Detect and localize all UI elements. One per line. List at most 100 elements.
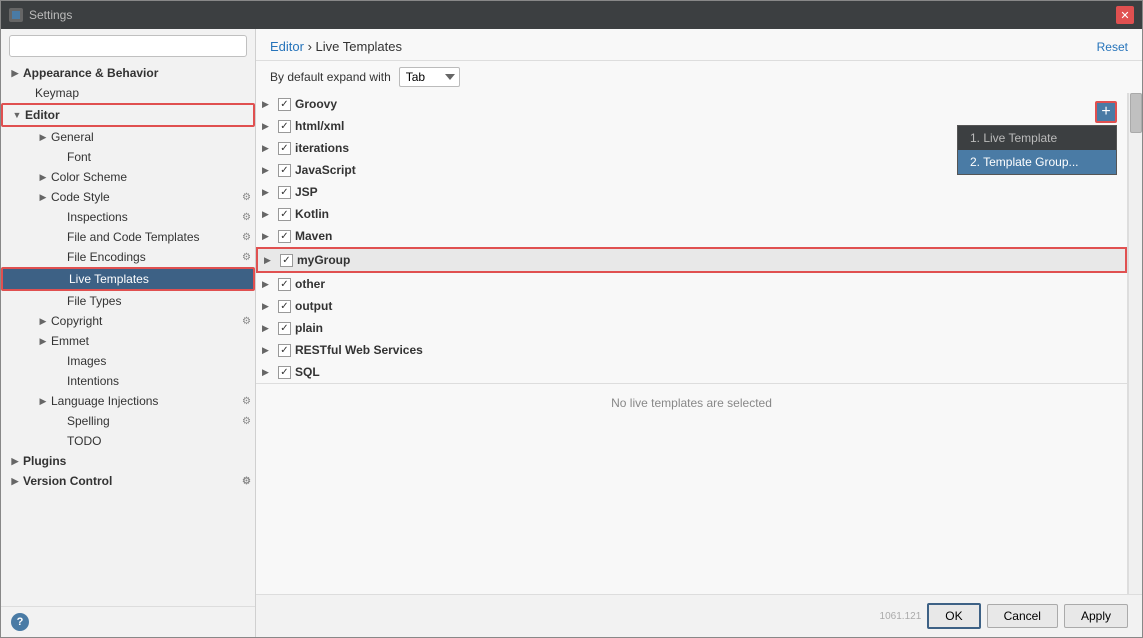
group-row-mygroup[interactable]: ▶ myGroup	[256, 247, 1127, 273]
group-name-groovy: Groovy	[295, 97, 337, 111]
group-row-kotlin[interactable]: ▶ Kotlin	[256, 203, 1127, 225]
arrow-icon: ▶	[264, 255, 276, 266]
group-name-restful: RESTful Web Services	[295, 343, 423, 357]
close-button[interactable]: ✕	[1116, 6, 1134, 24]
arrow-icon	[53, 211, 65, 223]
checkbox-maven[interactable]	[278, 230, 291, 243]
sidebar-item-general[interactable]: ▶ General	[1, 127, 255, 147]
bottom-bar: 1061.121 OK Cancel Apply	[256, 594, 1142, 637]
sidebar-item-color-scheme[interactable]: ▶ Color Scheme	[1, 167, 255, 187]
checkbox-plain[interactable]	[278, 322, 291, 335]
group-row-maven[interactable]: ▶ Maven	[256, 225, 1127, 247]
arrow-icon: ▶	[262, 209, 274, 220]
sidebar-item-file-types[interactable]: File Types	[1, 291, 255, 311]
arrow-icon	[21, 87, 33, 99]
sidebar-item-label: File and Code Templates	[67, 230, 200, 244]
sidebar-item-label: Copyright	[51, 314, 102, 328]
arrow-icon: ▶	[262, 367, 274, 378]
window-title: Settings	[29, 8, 72, 22]
checkbox-kotlin[interactable]	[278, 208, 291, 221]
arrow-icon: ▶	[37, 191, 49, 203]
checkbox-javascript[interactable]	[278, 164, 291, 177]
help-icon[interactable]: ?	[11, 613, 29, 631]
sidebar-item-label: Language Injections	[51, 394, 158, 408]
sidebar-item-todo[interactable]: TODO	[1, 431, 255, 451]
checkbox-restful[interactable]	[278, 344, 291, 357]
settings-window: Settings ✕ ▶ Appearance & Behavior Keyma…	[0, 0, 1143, 638]
group-row-other[interactable]: ▶ other	[256, 273, 1127, 295]
sidebar-item-images[interactable]: Images	[1, 351, 255, 371]
config-icon: ⚙	[242, 416, 251, 427]
checkbox-output[interactable]	[278, 300, 291, 313]
arrow-icon: ▶	[37, 171, 49, 183]
help-area: ?	[1, 606, 255, 637]
checkbox-html[interactable]	[278, 120, 291, 133]
group-row-restful[interactable]: ▶ RESTful Web Services	[256, 339, 1127, 361]
config-icon: ⚙	[242, 316, 251, 327]
group-row-jsp[interactable]: ▶ JSP	[256, 181, 1127, 203]
checkbox-iterations[interactable]	[278, 142, 291, 155]
group-row-sql[interactable]: ▶ SQL	[256, 361, 1127, 383]
sidebar-item-editor[interactable]: ▼ Editor	[1, 103, 255, 127]
checkbox-mygroup[interactable]	[280, 254, 293, 267]
config-icon: ⚙	[242, 476, 251, 487]
checkbox-jsp[interactable]	[278, 186, 291, 199]
reset-button[interactable]: Reset	[1097, 40, 1128, 54]
arrow-icon	[53, 435, 65, 447]
breadcrumb-editor[interactable]: Editor	[270, 39, 304, 54]
scrollbar[interactable]	[1128, 93, 1142, 594]
sidebar-item-version-control[interactable]: ▶ Version Control ⚙	[1, 471, 255, 491]
sidebar-item-spelling[interactable]: Spelling ⚙	[1, 411, 255, 431]
expand-label: By default expand with	[270, 70, 391, 84]
sidebar-item-appearance[interactable]: ▶ Appearance & Behavior	[1, 63, 255, 83]
sidebar-item-live-templates[interactable]: Live Templates	[1, 267, 255, 291]
sidebar-item-label: Intentions	[67, 374, 119, 388]
dropdown-live-template[interactable]: 1. Live Template	[958, 126, 1116, 150]
cancel-button[interactable]: Cancel	[987, 604, 1058, 628]
group-name-iterations: iterations	[295, 141, 349, 155]
arrow-icon: ▶	[9, 67, 21, 79]
sidebar-item-label: Keymap	[35, 86, 79, 100]
group-name-plain: plain	[295, 321, 323, 335]
arrow-icon: ▶	[262, 165, 274, 176]
sidebar-item-emmet[interactable]: ▶ Emmet	[1, 331, 255, 351]
sidebar-item-font[interactable]: Font	[1, 147, 255, 167]
sidebar-item-label: Code Style	[51, 190, 110, 204]
sidebar-item-copyright[interactable]: ▶ Copyright ⚙	[1, 311, 255, 331]
group-row-output[interactable]: ▶ output	[256, 295, 1127, 317]
title-bar: Settings ✕	[1, 1, 1142, 29]
sidebar-item-file-encodings[interactable]: File Encodings ⚙	[1, 247, 255, 267]
template-list: + 1. Live Template 2. Template Group... …	[256, 93, 1127, 383]
config-icon: ⚙	[242, 232, 251, 243]
checkbox-other[interactable]	[278, 278, 291, 291]
no-selection-message: No live templates are selected	[256, 383, 1127, 422]
config-icon: ⚙	[242, 192, 251, 203]
sidebar-item-file-code-templates[interactable]: File and Code Templates ⚙	[1, 227, 255, 247]
sidebar-item-keymap[interactable]: Keymap	[1, 83, 255, 103]
scrollbar-thumb[interactable]	[1130, 93, 1142, 133]
breadcrumb: Editor › Live Templates	[270, 39, 402, 54]
sidebar-item-code-style[interactable]: ▶ Code Style ⚙	[1, 187, 255, 207]
sidebar-tree: ▶ Appearance & Behavior Keymap ▼ Editor …	[1, 63, 255, 606]
sidebar-item-plugins[interactable]: ▶ Plugins	[1, 451, 255, 471]
sidebar-item-language-injections[interactable]: ▶ Language Injections ⚙	[1, 391, 255, 411]
arrow-icon	[53, 251, 65, 263]
group-row-plain[interactable]: ▶ plain	[256, 317, 1127, 339]
search-input[interactable]	[9, 35, 247, 57]
arrow-icon	[53, 355, 65, 367]
sidebar-item-inspections[interactable]: Inspections ⚙	[1, 207, 255, 227]
ok-button[interactable]: OK	[927, 603, 980, 629]
arrow-icon	[55, 273, 67, 285]
apply-button[interactable]: Apply	[1064, 604, 1128, 628]
checkbox-groovy[interactable]	[278, 98, 291, 111]
sidebar-item-label: Plugins	[23, 454, 66, 468]
breadcrumb-separator: ›	[304, 39, 316, 54]
group-row-groovy[interactable]: ▶ Groovy	[256, 93, 1121, 115]
dropdown-template-group[interactable]: 2. Template Group...	[958, 150, 1116, 174]
sidebar-item-intentions[interactable]: Intentions	[1, 371, 255, 391]
sidebar: ▶ Appearance & Behavior Keymap ▼ Editor …	[1, 29, 256, 637]
expand-select[interactable]: Tab Enter Space	[399, 67, 460, 87]
checkbox-sql[interactable]	[278, 366, 291, 379]
add-template-button[interactable]: +	[1095, 101, 1117, 123]
sidebar-item-label: Color Scheme	[51, 170, 127, 184]
